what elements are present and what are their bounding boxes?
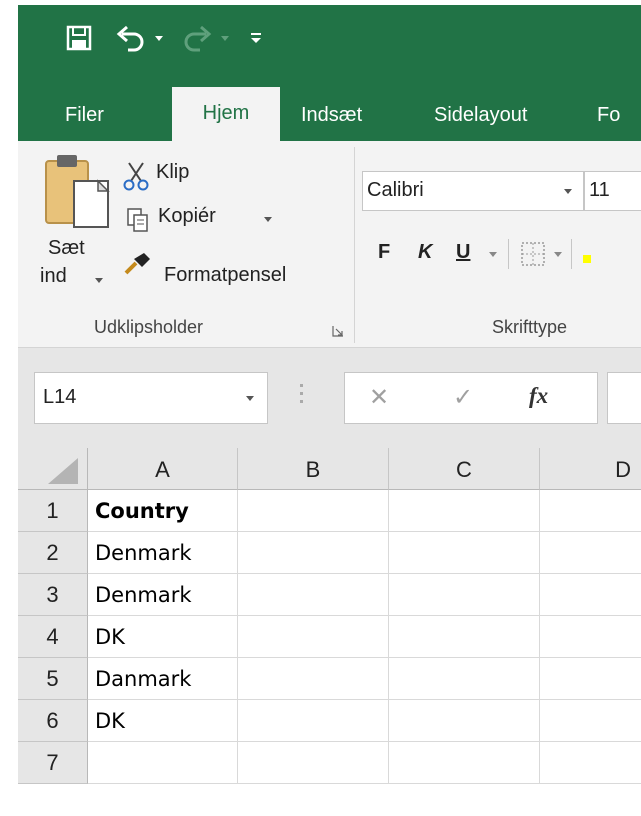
select-all-triangle-icon xyxy=(48,458,78,484)
insert-function-button[interactable]: fx xyxy=(529,383,548,409)
formula-bar-grip[interactable] xyxy=(300,384,304,408)
cell-c4[interactable] xyxy=(389,616,540,658)
cell-c7[interactable] xyxy=(389,742,540,784)
cell-b5[interactable] xyxy=(238,658,389,700)
formula-input[interactable] xyxy=(607,372,641,424)
cell-d4[interactable] xyxy=(540,616,641,658)
cell-c3[interactable] xyxy=(389,574,540,616)
scissors-icon[interactable] xyxy=(123,161,149,191)
column-header-c[interactable]: C xyxy=(389,448,540,490)
ribbon: Sæt ind Klip Kopiér Formatpensel Udklips… xyxy=(18,141,641,348)
cell-d3[interactable] xyxy=(540,574,641,616)
paste-label-line1[interactable]: Sæt xyxy=(48,237,85,260)
cell-b4[interactable] xyxy=(238,616,389,658)
cell-a7[interactable] xyxy=(88,742,238,784)
row-header-3[interactable]: 3 xyxy=(18,574,88,616)
column-header-b[interactable]: B xyxy=(238,448,389,490)
paste-dropdown-icon[interactable] xyxy=(94,277,104,285)
enter-button[interactable]: ✓ xyxy=(453,383,473,412)
tab-formler[interactable]: Fo xyxy=(597,95,620,141)
borders-icon[interactable] xyxy=(520,241,546,267)
chevron-down-icon[interactable] xyxy=(563,188,573,196)
cell-a2[interactable]: Denmark xyxy=(88,532,238,574)
row-header-6[interactable]: 6 xyxy=(18,700,88,742)
cell-b1[interactable] xyxy=(238,490,389,532)
cell-a3[interactable]: Denmark xyxy=(88,574,238,616)
cell-d7[interactable] xyxy=(540,742,641,784)
quick-access-toolbar xyxy=(18,5,641,75)
fill-color-icon[interactable] xyxy=(583,255,591,263)
redo-icon[interactable] xyxy=(182,24,212,52)
font-name-dropdown[interactable]: Calibri xyxy=(362,171,584,211)
font-size-value: 11 xyxy=(589,179,610,201)
cell-b2[interactable] xyxy=(238,532,389,574)
customize-qat-icon[interactable] xyxy=(250,31,262,45)
italic-button[interactable]: K xyxy=(418,241,432,264)
font-size-dropdown[interactable]: 11 xyxy=(584,171,641,211)
row-header-7[interactable]: 7 xyxy=(18,742,88,784)
select-all-corner[interactable] xyxy=(18,448,88,490)
cell-b3[interactable] xyxy=(238,574,389,616)
tab-sidelayout[interactable]: Sidelayout xyxy=(434,95,527,141)
row-header-5[interactable]: 5 xyxy=(18,658,88,700)
font-group-label: Skrifttype xyxy=(492,317,568,337)
cell-c6[interactable] xyxy=(389,700,540,742)
ribbon-tabs: Filer Hjem Indsæt Sidelayout Fo xyxy=(18,75,641,141)
clipboard-group-label: Udklipsholder xyxy=(94,317,204,337)
underline-button[interactable]: U xyxy=(456,241,470,264)
redo-dropdown-icon xyxy=(221,36,229,41)
name-box[interactable]: L14 xyxy=(34,372,268,424)
copy-dropdown-icon[interactable] xyxy=(263,216,273,224)
copy-icon[interactable] xyxy=(126,207,150,233)
cell-c2[interactable] xyxy=(389,532,540,574)
row-header-4[interactable]: 4 xyxy=(18,616,88,658)
borders-dropdown-icon[interactable] xyxy=(553,251,563,259)
paste-label-line2[interactable]: ind xyxy=(40,265,67,288)
cell-a1[interactable]: Country xyxy=(88,490,238,532)
bold-button[interactable]: F xyxy=(378,241,390,264)
cell-a5[interactable]: Danmark xyxy=(88,658,238,700)
column-header-d[interactable]: D xyxy=(540,448,641,490)
chevron-down-icon[interactable] xyxy=(245,395,255,403)
tab-filer[interactable]: Filer xyxy=(65,95,104,141)
cell-b6[interactable] xyxy=(238,700,389,742)
cell-b7[interactable] xyxy=(238,742,389,784)
row-header-1[interactable]: 1 xyxy=(18,490,88,532)
undo-icon[interactable] xyxy=(116,24,146,52)
cell-d5[interactable] xyxy=(540,658,641,700)
cell-d1[interactable] xyxy=(540,490,641,532)
name-box-value: L14 xyxy=(43,386,77,408)
formula-buttons: ✕ ✓ fx xyxy=(344,372,598,424)
tab-indsaet[interactable]: Indsæt xyxy=(301,95,362,141)
cell-d2[interactable] xyxy=(540,532,641,574)
cell-a6[interactable]: DK xyxy=(88,700,238,742)
group-divider xyxy=(354,147,355,343)
divider xyxy=(571,239,572,269)
column-header-a[interactable]: A xyxy=(88,448,238,490)
divider xyxy=(508,239,509,269)
underline-dropdown-icon[interactable] xyxy=(488,251,498,259)
cell-d6[interactable] xyxy=(540,700,641,742)
tab-hjem[interactable]: Hjem xyxy=(172,87,280,141)
save-icon[interactable] xyxy=(66,25,92,51)
font-name-value: Calibri xyxy=(367,179,424,201)
cell-a4[interactable]: DK xyxy=(88,616,238,658)
format-painter-label[interactable]: Formatpensel xyxy=(164,264,286,287)
cell-c1[interactable] xyxy=(389,490,540,532)
cell-c5[interactable] xyxy=(389,658,540,700)
copy-label[interactable]: Kopiér xyxy=(158,205,216,228)
cancel-button[interactable]: ✕ xyxy=(369,383,389,412)
format-painter-icon[interactable] xyxy=(122,251,152,277)
dialog-launcher-icon[interactable] xyxy=(332,325,344,337)
row-header-2[interactable]: 2 xyxy=(18,532,88,574)
undo-dropdown-icon[interactable] xyxy=(154,35,164,43)
cut-label[interactable]: Klip xyxy=(156,161,189,184)
paste-icon[interactable] xyxy=(44,151,116,237)
